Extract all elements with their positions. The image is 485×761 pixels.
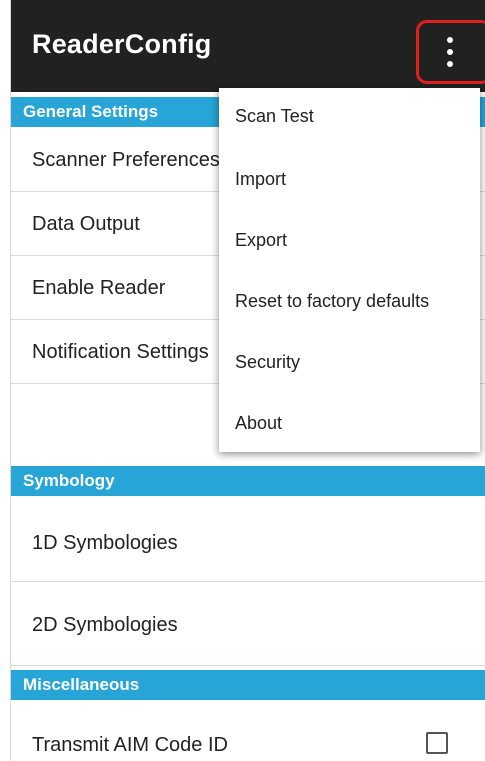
overflow-menu: Scan Test Import Export Reset to factory… — [219, 88, 480, 452]
more-vert-icon — [447, 37, 455, 69]
menu-item-label: Scan Test — [235, 106, 314, 126]
menu-item-reset-factory-defaults[interactable]: Reset to factory defaults — [219, 268, 480, 328]
menu-item-about[interactable]: About — [219, 388, 480, 448]
menu-item-label: About — [235, 413, 283, 433]
list-item-2d-symbologies[interactable]: 2D Symbologies — [11, 582, 485, 666]
menu-item-export[interactable]: Export — [219, 208, 480, 268]
section-header-miscellaneous: Miscellaneous — [11, 670, 485, 700]
menu-item-label: Security — [235, 352, 301, 372]
menu-item-label: Reset to factory defaults — [235, 291, 430, 311]
app-title: ReaderConfig — [32, 29, 212, 59]
menu-item-security[interactable]: Security — [219, 328, 480, 388]
list-item-1d-symbologies[interactable]: 1D Symbologies — [11, 498, 485, 582]
menu-item-label: Export — [235, 230, 288, 250]
overflow-menu-button[interactable] — [416, 20, 485, 84]
section-header-symbology: Symbology — [11, 466, 485, 496]
menu-item-label: Import — [235, 169, 287, 189]
app-bar: ReaderConfig — [11, 0, 485, 92]
menu-item-scan-test[interactable]: Scan Test — [219, 88, 480, 148]
list-item-transmit-aim-code-id[interactable]: Transmit AIM Code ID — [11, 710, 485, 761]
menu-item-import[interactable]: Import — [219, 148, 480, 208]
transmit-aim-checkbox[interactable] — [426, 732, 448, 754]
